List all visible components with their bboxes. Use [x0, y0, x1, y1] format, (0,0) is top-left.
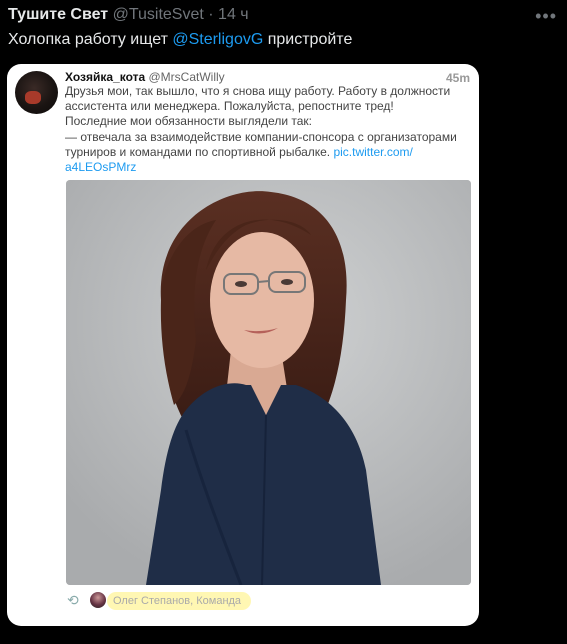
tweet-header: Тушите Свет @TusiteSvet · 14 ч	[8, 6, 249, 24]
separator: ·	[208, 6, 214, 23]
quoted-header: Хозяйка_кота @MrsCatWilly	[65, 70, 225, 84]
footer-avatar[interactable]	[90, 592, 106, 608]
portrait-illustration	[66, 180, 471, 585]
quoted-text-line5: турниров и командами по спортивной рыбал…	[65, 144, 334, 159]
quoted-text-line: — отвечала за взаимодействие компании-сп…	[65, 129, 457, 144]
quoted-tweet-card[interactable]: Хозяйка_кота @MrsCatWilly 45m Друзья мои…	[7, 64, 479, 626]
pic-link[interactable]: pic.twitter.com/	[333, 145, 412, 159]
quoted-text-line: ассистента или менеджера. Пожалуйста, ре…	[65, 99, 394, 114]
tweet-text-suffix: пристройте	[263, 31, 353, 48]
quoted-text: Друзья мои, так вышло, что я снова ищу р…	[65, 84, 470, 175]
pic-link-continued[interactable]: a4LEOsPMrz	[65, 160, 136, 174]
more-horizontal-icon[interactable]: •••	[535, 6, 557, 27]
mention-link[interactable]: @SterligovG	[172, 31, 263, 48]
quoted-text-line: Последние мои обязанности выглядели так:	[65, 114, 312, 129]
avatar[interactable]	[15, 71, 58, 114]
retweet-icon[interactable]: ⟲	[67, 592, 83, 608]
quoted-text-line: Друзья мои, так вышло, что я снова ищу р…	[65, 84, 451, 98]
tweet-time[interactable]: 14 ч	[218, 6, 249, 23]
quoted-text-line: турниров и командами по спортивной рыбал…	[65, 145, 470, 160]
author-name[interactable]: Тушите Свет	[8, 6, 108, 23]
author-handle[interactable]: @TusiteSvet	[113, 6, 204, 23]
quoted-text-line: a4LEOsPMrz	[65, 160, 470, 175]
tweet-text-prefix: Холопка работу ищет	[8, 31, 173, 48]
quoted-time[interactable]: 45m	[446, 71, 470, 85]
tweet-text: Холопка работу ищет @SterligovG пристрой…	[8, 31, 352, 49]
footer-text[interactable]: Олег Степанов, Команда	[107, 592, 252, 610]
quoted-author-handle[interactable]: @MrsCatWilly	[149, 70, 225, 84]
quoted-author-name[interactable]: Хозяйка_кота	[65, 70, 145, 84]
portrait-photo[interactable]	[66, 180, 471, 585]
